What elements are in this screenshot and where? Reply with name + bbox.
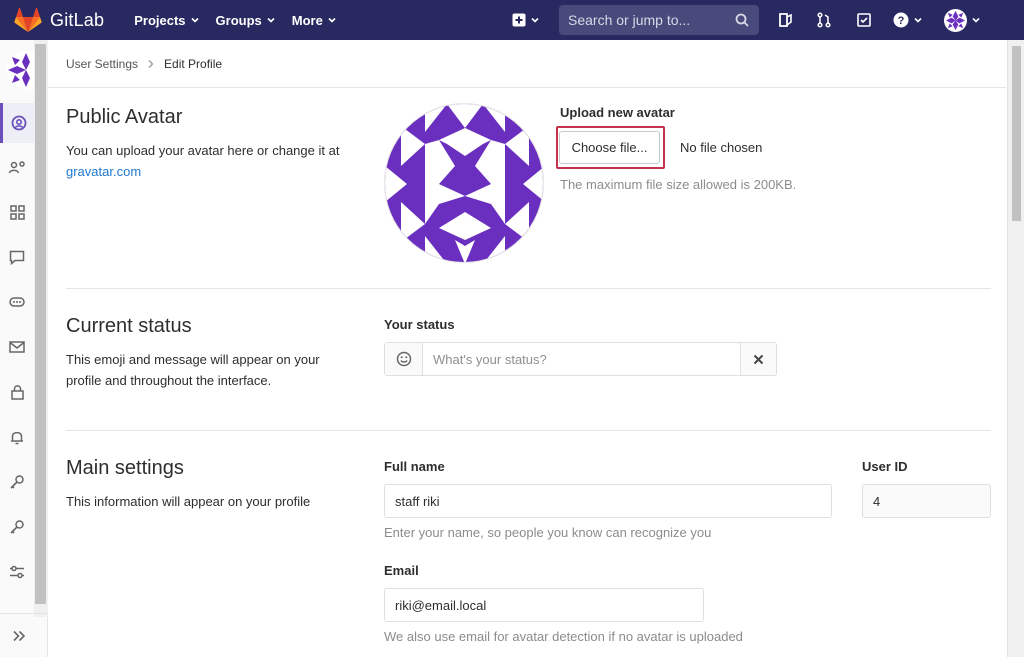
max-size-help: The maximum file size allowed is 200KB. (560, 177, 797, 192)
section-divider (66, 288, 991, 289)
sidebar-item-preferences[interactable] (0, 552, 34, 592)
gitlab-logo-icon (14, 7, 42, 32)
search-placeholder: Search or jump to... (568, 12, 691, 28)
preferences-sliders-icon (10, 565, 24, 579)
close-icon (753, 354, 764, 364)
your-status-label: Your status (384, 317, 455, 332)
help-dropdown[interactable]: ? (891, 0, 925, 40)
key-icon (10, 475, 24, 489)
token-icon (9, 297, 25, 307)
sidebar-item-chat[interactable] (0, 237, 34, 277)
nav-more-label: More (291, 12, 323, 28)
public-avatar-title: Public Avatar (66, 106, 183, 128)
breadcrumb: User Settings Edit Profile (66, 57, 222, 71)
profile-icon (11, 115, 26, 131)
new-item-dropdown[interactable] (508, 0, 544, 40)
search-box[interactable]: Search or jump to... (559, 5, 759, 35)
section-divider (66, 430, 991, 431)
full-name-input[interactable] (384, 484, 832, 518)
current-status-title: Current status (66, 315, 192, 337)
breadcrumb-edit-profile[interactable]: Edit Profile (164, 57, 222, 71)
chevron-down-icon (914, 17, 922, 23)
nav-projects-dropdown[interactable]: Projects (126, 13, 207, 28)
chevron-down-icon (531, 17, 539, 23)
full-name-help: Enter your name, so people you know can … (384, 525, 712, 540)
sidebar-item-applications[interactable] (0, 192, 34, 232)
user-menu-dropdown[interactable] (942, 0, 982, 40)
breadcrumb-user-settings[interactable]: User Settings (66, 57, 138, 71)
chevron-down-icon (267, 17, 275, 23)
gitlab-home-link[interactable]: GitLab (14, 7, 104, 33)
todo-check-icon (857, 13, 871, 27)
sidebar-scrollbar[interactable] (34, 40, 48, 617)
upload-avatar-label: Upload new avatar (560, 105, 675, 120)
email-label: Email (384, 563, 419, 578)
sidebar-item-profile[interactable] (0, 103, 34, 143)
main-settings-description: This information will appear on your pro… (66, 494, 311, 509)
sidebar-collapse-button[interactable] (0, 613, 48, 657)
chevron-down-icon (971, 17, 980, 23)
comment-icon (9, 250, 25, 265)
mail-icon (9, 341, 25, 353)
breadcrumb-divider (48, 87, 1006, 88)
nav-groups-label: Groups (215, 12, 262, 28)
user-avatar-icon (943, 8, 967, 32)
plus-square-icon (512, 13, 526, 27)
current-avatar-image (384, 103, 544, 263)
choose-file-button[interactable]: Choose file... (559, 131, 660, 164)
bell-icon (11, 431, 23, 445)
todos-link[interactable] (853, 0, 875, 40)
chevron-right-icon (148, 60, 154, 68)
smiley-icon (396, 351, 411, 367)
sidebar-item-password[interactable] (0, 372, 34, 412)
main-settings-title: Main settings (66, 457, 184, 479)
gravatar-link[interactable]: gravatar.com (66, 164, 141, 179)
email-help: We also use email for avatar detection i… (384, 629, 743, 644)
merge-request-icon (817, 12, 831, 28)
lock-icon (10, 385, 24, 400)
email-input[interactable] (384, 588, 704, 622)
status-message-input[interactable] (423, 343, 740, 375)
no-file-chosen-text: No file chosen (680, 140, 763, 155)
page-scrollbar[interactable] (1007, 40, 1024, 657)
current-status-description: This emoji and message will appear on yo… (66, 352, 320, 388)
merge-requests-link[interactable] (813, 0, 835, 40)
public-avatar-desc-text: You can upload your avatar here or chang… (66, 143, 340, 158)
status-emoji-button[interactable] (385, 343, 423, 375)
user-id-input[interactable] (862, 484, 991, 518)
sidebar-item-access-tokens[interactable] (0, 282, 34, 322)
help-icon: ? (893, 12, 909, 28)
status-input-group (384, 342, 777, 376)
nav-projects-label: Projects (134, 12, 186, 28)
svg-text:?: ? (898, 15, 905, 27)
sidebar-item-emails[interactable] (0, 327, 34, 367)
full-name-label: Full name (384, 459, 445, 474)
todos-issues-link[interactable] (774, 0, 796, 40)
chevron-down-icon (190, 17, 199, 23)
brand-name: GitLab (50, 9, 105, 30)
user-avatar-icon (7, 51, 45, 89)
applications-grid-icon (9, 204, 25, 220)
chevron-down-icon (328, 17, 336, 23)
sidebar-item-account[interactable] (0, 147, 34, 187)
search-icon (735, 13, 749, 27)
nav-menu: Projects Groups More (126, 13, 345, 28)
sidebar-item-ssh-keys[interactable] (0, 462, 34, 502)
key-icon (10, 520, 24, 534)
identicon-avatar-icon (385, 104, 543, 262)
nav-groups-dropdown[interactable]: Groups (208, 13, 284, 28)
public-avatar-description: You can upload your avatar here or chang… (66, 140, 356, 182)
page-scrollbar-thumb[interactable] (1012, 46, 1021, 221)
sidebar-item-notifications[interactable] (0, 417, 34, 457)
account-settings-icon (8, 161, 25, 174)
top-navbar: GitLab Projects Groups More Search or ju… (0, 0, 1024, 40)
sidebar-item-gpg-keys[interactable] (0, 507, 34, 547)
user-id-label: User ID (862, 459, 908, 474)
nav-more-dropdown[interactable]: More (284, 13, 345, 28)
sidebar-scrollbar-thumb[interactable] (35, 44, 46, 604)
clear-status-button[interactable] (740, 343, 776, 375)
double-chevron-right-icon (13, 630, 26, 641)
sidebar-user-avatar[interactable] (6, 51, 45, 89)
issues-icon (779, 13, 792, 27)
